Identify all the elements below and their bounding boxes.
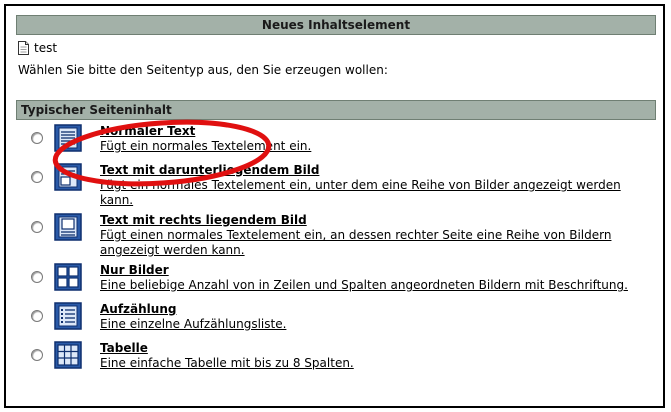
option-description[interactable]: Eine einzelne Aufzählungsliste. [100,317,655,332]
content-type-list: Normaler Text Fügt ein normales Textelem… [6,124,663,380]
text-image-right-icon [54,213,82,241]
bullet-list-icon [54,302,82,330]
instruction-text: Wählen Sie bitte den Seitentyp aus, den … [18,63,388,77]
section-title: Typischer Seiteninhalt [21,103,172,117]
option-text-image-below: Text mit darunterliegendem Bild Fügt ein… [6,163,663,213]
option-bullet-list: Aufzählung Eine einzelne Aufzählungslist… [6,302,663,341]
page-reference: test [18,40,57,56]
page-name: test [34,41,58,55]
option-title[interactable]: Text mit rechts liegendem Bild [100,213,307,228]
radio-text-image-below[interactable] [31,171,43,183]
option-description[interactable]: Fügt ein normales Textelement ein, unter… [100,178,655,208]
radio-images-only[interactable] [31,271,43,283]
section-header: Typischer Seiteninhalt [16,100,656,120]
radio-table[interactable] [31,349,43,361]
option-title[interactable]: Tabelle [100,341,148,356]
option-description[interactable]: Eine beliebige Anzahl von in Zeilen und … [100,278,655,293]
option-normal-text: Normaler Text Fügt ein normales Textelem… [6,124,663,163]
option-title[interactable]: Text mit darunterliegendem Bild [100,163,319,178]
dialog-title: Neues Inhaltselement [261,18,411,32]
option-images-only: Nur Bilder Eine beliebige Anzahl von in … [6,263,663,302]
dialog-header: Neues Inhaltselement [16,15,656,35]
option-title[interactable]: Nur Bilder [100,263,169,278]
option-table: Tabelle Eine einfache Tabelle mit bis zu… [6,341,663,380]
images-grid-icon [54,263,82,291]
option-text-image-right: Text mit rechts liegendem Bild Fügt eine… [6,213,663,263]
dialog-frame: Neues Inhaltselement test Wählen Sie bit… [4,4,665,408]
radio-text-image-right[interactable] [31,221,43,233]
option-description[interactable]: Eine einfache Tabelle mit bis zu 8 Spalt… [100,356,655,371]
option-title[interactable]: Aufzählung [100,302,176,317]
table-icon [54,341,82,369]
option-title[interactable]: Normaler Text [100,124,195,139]
text-image-below-icon [54,163,82,191]
option-description[interactable]: Fügt einen normales Textelement ein, an … [100,228,655,258]
text-icon [54,124,82,152]
radio-normal-text[interactable] [31,132,43,144]
page-icon [18,41,29,55]
option-description[interactable]: Fügt ein normales Textelement ein. [100,139,655,154]
radio-bullet-list[interactable] [31,310,43,322]
